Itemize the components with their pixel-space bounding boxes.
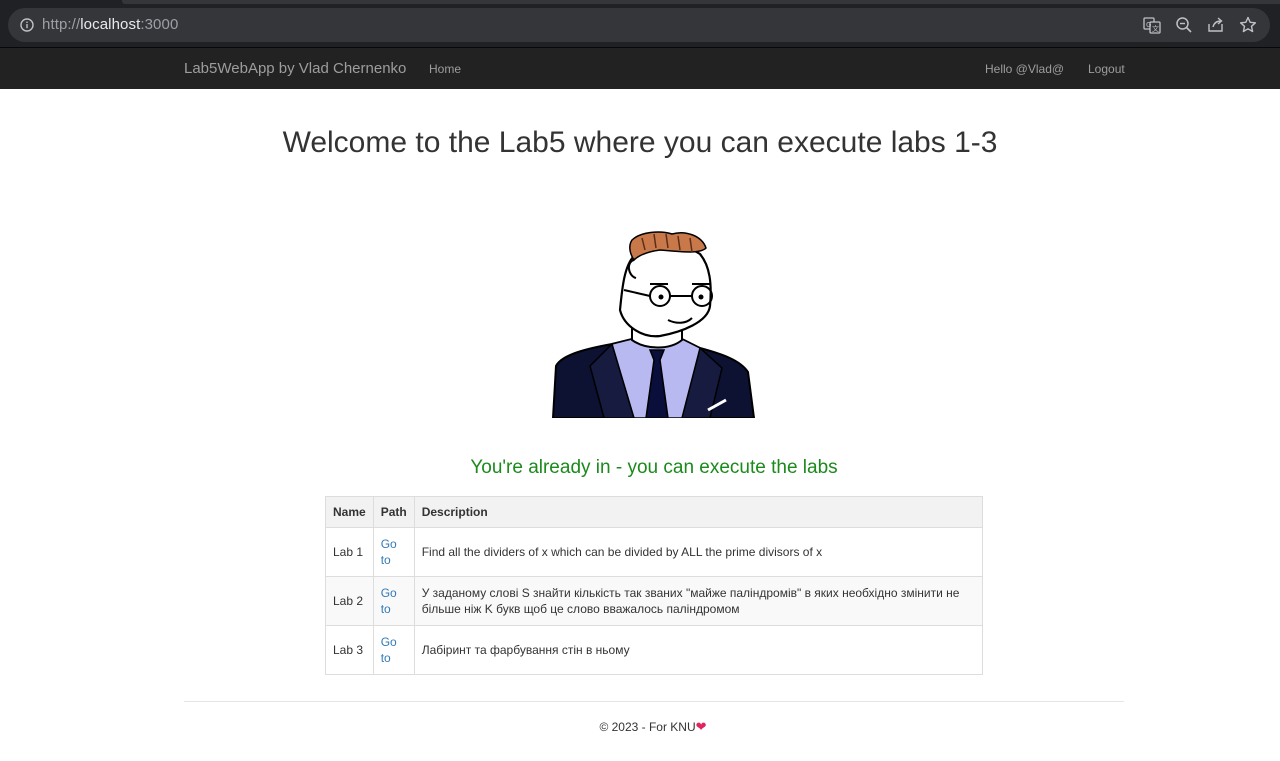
lab-description-cell: У заданому слові S знайти кількість так … [413, 576, 984, 626]
nav-user-greeting[interactable]: Hello @Vlad@! [985, 62, 1065, 76]
lab-description-cell: Лабіринт та фарбування стін в ньому [413, 625, 984, 675]
navbar-brand[interactable]: Lab5WebApp by Vlad Chernenko [184, 60, 406, 77]
lab3-goto-link[interactable]: Go to [381, 635, 397, 665]
page-title: Welcome to the Lab5 where you can execut… [282, 126, 998, 159]
svg-text:G: G [1146, 21, 1151, 29]
lab-description-cell: Find all the dividers of x which can be … [413, 527, 984, 577]
status-message: You're already in - you can execute the … [470, 457, 838, 478]
lab2-goto-link[interactable]: Go to [381, 586, 397, 616]
address-bar[interactable]: http://localhost:3000 G文 [8, 8, 1270, 42]
table-header-row: Name Path Description [325, 496, 984, 528]
heart-icon: ❤ [695, 719, 707, 734]
browser-toolbar: http://localhost:3000 G文 [0, 0, 1280, 47]
info-icon[interactable] [20, 18, 34, 32]
svg-text:文: 文 [1152, 24, 1159, 33]
lab-path-cell: Go to [372, 576, 415, 626]
column-header-name: Name [325, 496, 374, 528]
lab1-goto-link[interactable]: Go to [381, 537, 397, 567]
zoom-out-icon[interactable] [1174, 15, 1194, 35]
lab-path-cell: Go to [372, 625, 415, 675]
app-navbar: Lab5WebApp by Vlad Chernenko Home Hello … [0, 47, 1280, 89]
footer-divider [184, 701, 1124, 702]
table-row: Lab 1 Go to Find all the dividers of x w… [325, 527, 984, 577]
bookmark-star-icon[interactable] [1238, 15, 1258, 35]
lab-name-cell: Lab 2 [325, 576, 374, 626]
table-row: Lab 2 Go to У заданому слові S знайти кі… [325, 576, 984, 626]
column-header-path: Path [372, 496, 415, 528]
labs-table: Name Path Description Lab 1 Go to Find a… [325, 496, 984, 675]
nav-home-link[interactable]: Home [429, 62, 461, 76]
url-host: localhost [80, 16, 141, 33]
url-port: :3000 [140, 16, 179, 33]
nav-logout-link[interactable]: Logout [1088, 62, 1125, 76]
tab-strip [122, 0, 1280, 4]
footer-text: © 2023 - For KNU [599, 720, 696, 734]
lab-path-cell: Go to [372, 527, 415, 577]
page-footer: © 2023 - For KNU❤ [0, 719, 1280, 735]
meme-illustration [551, 231, 756, 418]
share-icon[interactable] [1206, 15, 1226, 35]
table-row: Lab 3 Go to Лабіринт та фарбування стін … [325, 625, 984, 675]
lab-name-cell: Lab 3 [325, 625, 374, 675]
url-scheme: http:// [42, 16, 81, 33]
url-text[interactable]: http://localhost:3000 [42, 16, 178, 33]
translate-icon[interactable]: G文 [1142, 15, 1162, 35]
lab-name-cell: Lab 1 [325, 527, 374, 577]
column-header-description: Description [413, 496, 984, 528]
